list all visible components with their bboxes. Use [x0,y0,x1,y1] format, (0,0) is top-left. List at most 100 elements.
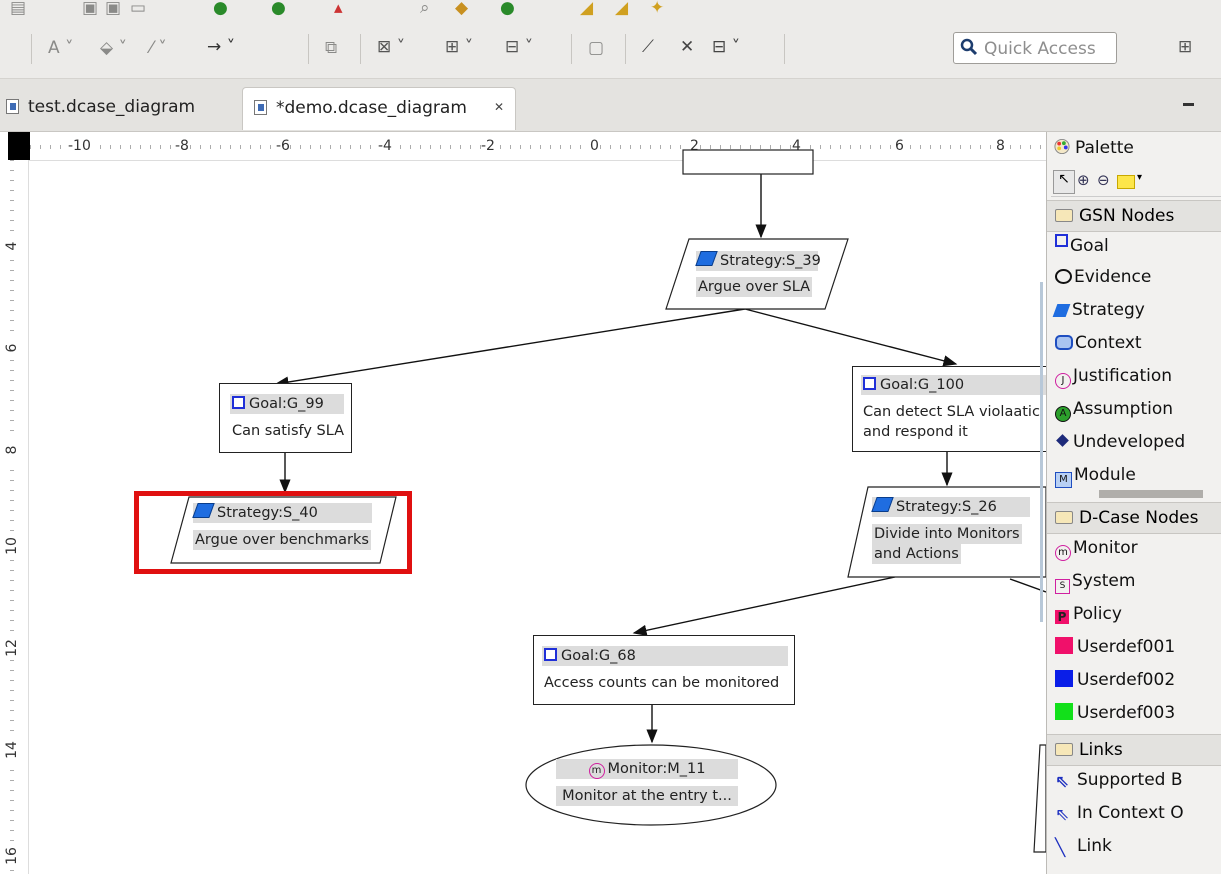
node-header: Strategy:S_26 [871,497,1030,517]
palette-tools: ↖ ⊕ ⊖ ▾ [1051,168,1221,197]
section-label: GSN Nodes [1079,206,1175,226]
palette-item-undeveloped[interactable]: Undeveloped [1055,432,1185,452]
node-description: Access counts can be monitored [544,675,780,691]
palette-item-in-context-of[interactable]: ⇖ In Context O [1055,803,1184,825]
note-icon[interactable] [1117,175,1135,189]
item-label: Policy [1073,604,1122,624]
policy-icon: P [1055,610,1069,624]
section-dcase-nodes[interactable]: D-Case Nodes [1047,502,1221,534]
folder-icon [1055,209,1073,222]
item-label: Userdef001 [1077,637,1176,657]
goal-node-g68[interactable]: Goal:G_68 Access counts can be monitored [533,635,795,705]
palette-item-userdef002[interactable]: Userdef002 [1055,670,1175,690]
item-label: Link [1077,836,1112,856]
palette-item-link[interactable]: ╲ Link [1055,836,1112,858]
link-icon: ╲ [1055,838,1066,858]
goal-icon [544,648,557,661]
node-description: and Actions [872,544,961,564]
connector[interactable] [744,308,958,367]
palette-item-goal[interactable]: Goal [1055,234,1109,256]
monitor-node-m11[interactable]: m Monitor:M_11 Monitor at the entry t... [526,745,776,825]
system-icon: S [1055,579,1070,594]
userdef003-swatch [1055,703,1073,720]
item-label: System [1072,571,1136,591]
zoom-out-icon[interactable]: ⊖ [1097,171,1110,189]
zoom-in-icon[interactable]: ⊕ [1077,171,1090,189]
supported-by-icon: ⇖ [1055,772,1070,792]
item-label: Evidence [1074,267,1152,287]
minimize-icon[interactable] [1183,103,1194,106]
item-label: Userdef003 [1077,703,1176,723]
palette-item-userdef001[interactable]: Userdef001 [1055,637,1175,657]
node-title: Goal:G_68 [561,648,636,664]
goal-node-partial[interactable] [682,149,814,175]
palette-title: Palette [1075,138,1134,158]
node-header: Strategy:S_39 [695,251,821,271]
palette-item-userdef003[interactable]: Userdef003 [1055,703,1175,723]
goal-node-g99[interactable]: Goal:G_99 Can satisfy SLA [219,383,352,453]
strategy-icon [871,497,894,512]
palette-item-evidence[interactable]: Evidence [1055,267,1151,287]
node-description: Argue over benchmarks [193,530,371,550]
section-links[interactable]: Links [1047,734,1221,766]
goal-node-g100[interactable]: Goal:G_100 Can detect SLA violaatic and … [852,366,1049,452]
context-icon [1055,335,1073,350]
node-header: m Monitor:M_11 [556,759,738,779]
node-title: Goal:G_99 [249,396,324,412]
userdef002-swatch [1055,670,1073,687]
item-label: Strategy [1072,300,1145,320]
in-context-of-icon: ⇖ [1055,805,1070,825]
undeveloped-icon [1056,434,1069,447]
node-title: Strategy:S_40 [217,505,318,521]
palette-item-context[interactable]: Context [1055,333,1142,353]
palette-item-strategy[interactable]: Strategy [1052,300,1145,320]
item-label: Undeveloped [1073,432,1186,452]
palette-item-system[interactable]: S System [1055,571,1135,594]
node-description: and respond it [863,424,968,440]
section-gsn-nodes[interactable]: GSN Nodes [1047,200,1221,232]
palette-icon [1054,138,1070,155]
node-description: Argue over SLA [696,277,813,297]
palette-panel: Palette ↖ ⊕ ⊖ ▾ GSN Nodes Goal Evidence … [1046,132,1221,874]
goal-icon [863,377,876,390]
item-label: Justification [1073,366,1173,386]
palette-item-module[interactable]: M Module [1055,465,1136,488]
palette-item-supported-by[interactable]: ⇖ Supported B [1055,770,1183,792]
palette-item-assumption[interactable]: A Assumption [1055,399,1173,422]
folder-icon [1055,743,1073,756]
canvas-scrollbar[interactable] [1040,282,1043,622]
module-icon: M [1055,472,1072,488]
connector[interactable] [632,576,896,636]
node-title: Monitor:M_11 [607,761,706,777]
assumption-icon: A [1055,406,1071,422]
chevron-down-icon[interactable]: ▾ [1137,172,1142,183]
node-title: Strategy:S_26 [896,499,997,515]
monitor-icon: m [1055,545,1071,561]
node-description: Divide into Monitors [872,524,1022,544]
item-label: Supported B [1077,770,1183,790]
palette-header: Palette [1053,138,1134,158]
item-label: Module [1074,465,1136,485]
item-label: Monitor [1073,538,1138,558]
goal-icon [232,396,245,409]
select-tool-icon[interactable]: ↖ [1053,170,1075,194]
folder-icon [1055,511,1073,524]
item-label: In Context O [1077,803,1184,823]
palette-item-policy[interactable]: P Policy [1055,604,1122,624]
strategy-node-s26[interactable]: Strategy:S_26 Divide into Monitors and A… [848,487,1046,577]
open-perspective-icon[interactable]: ⊞ [1178,39,1192,56]
palette-item-monitor[interactable]: m Monitor [1055,538,1138,561]
strategy-node-s39[interactable]: Strategy:S_39 Argue over SLA [666,239,848,309]
palette-item-justification[interactable]: J Justification [1055,366,1172,389]
node-header: Strategy:S_40 [192,503,372,523]
strategy-icon [1052,304,1071,317]
connector[interactable] [274,308,746,388]
item-label: Assumption [1073,399,1174,419]
evidence-icon [1055,269,1072,284]
section-scroll-indicator[interactable] [1099,490,1203,498]
goal-icon [1055,234,1068,247]
strategy-node-s40[interactable]: Strategy:S_40 Argue over benchmarks [171,497,396,563]
partial-node[interactable] [1033,744,1046,853]
monitor-icon: m [588,763,605,779]
item-label: Context [1075,333,1142,353]
